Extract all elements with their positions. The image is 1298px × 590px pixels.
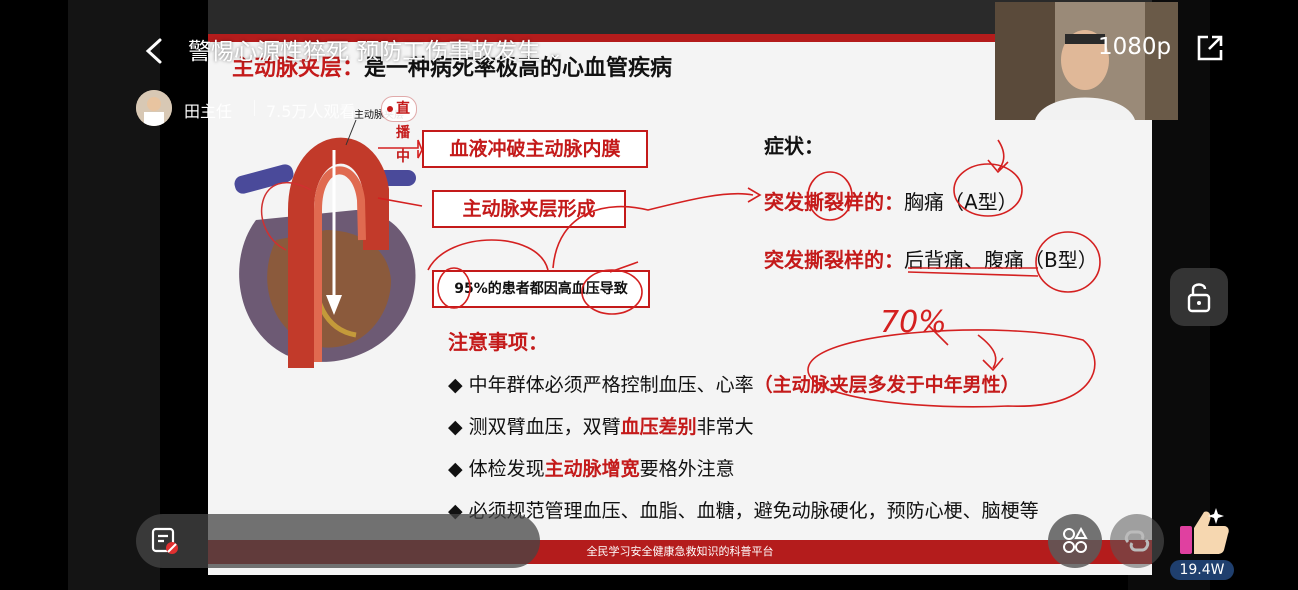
comment-bar[interactable]: [136, 514, 540, 568]
bullet-1-emphasis: （主动脉夹层多发于中年男性）: [753, 374, 1020, 396]
stream-title-text: 警惕心源性猝死 预防工伤事故发生: [188, 39, 541, 65]
notice-heading: 注意事项：: [448, 330, 548, 354]
bullet-4: ◆ 必须规范管理血压、血脂、血糖，避免动脉硬化，预防心梗、脑梗等: [448, 500, 1039, 522]
bullet-3-tail: 要格外注意: [639, 458, 735, 480]
viewer-count: 7.5万人观看: [266, 102, 356, 121]
symptom-a-text: 胸痛（A型）: [904, 190, 1018, 214]
thumbs-up-icon[interactable]: [1176, 506, 1232, 558]
link-button[interactable]: [1110, 514, 1164, 568]
like-count: 19.4W: [1170, 560, 1234, 580]
live-stream-screen: 主动脉夹层：是一种病死率极高的心血管疾病 主动脉夹层 血液冲破主动脉内膜 主动脉…: [0, 0, 1298, 590]
divider: [254, 100, 255, 116]
left-letterbox: [68, 0, 160, 590]
resolution-selector[interactable]: 1080p: [1098, 34, 1171, 60]
unlock-icon: [1187, 283, 1211, 313]
bullet-2-text: ◆ 测双臂血压，双臂: [448, 416, 621, 438]
label-box-hypertension: 95%的患者都因高血压导致: [432, 270, 650, 308]
bullet-1-text: ◆ 中年群体必须严格控制血压、心率: [448, 374, 754, 396]
symptom-a-label: 突发撕裂样的：: [764, 190, 904, 214]
stream-title[interactable]: 警惕心源性猝死 预防工伤事故发生 ⌄: [188, 32, 563, 66]
label-box-dissection-formed: 主动脉夹层形成: [432, 190, 626, 228]
more-features-button[interactable]: [1048, 514, 1102, 568]
back-arrow-icon[interactable]: [140, 36, 170, 66]
live-badge: 直播中: [381, 96, 417, 165]
live-dot-icon: [387, 106, 393, 112]
link-icon: [1124, 530, 1150, 552]
bullet-1: ◆ 中年群体必须严格控制血压、心率（主动脉夹层多发于中年男性）: [448, 370, 1020, 397]
screen-lock-button[interactable]: [1170, 268, 1228, 326]
label-box-blood-breach: 血液冲破主动脉内膜: [422, 130, 648, 168]
chevron-down-icon: ⌄: [547, 43, 563, 64]
bullet-3-text: ◆ 体检发现: [448, 458, 545, 480]
handwritten-70-percent: 70%: [880, 305, 947, 340]
host-avatar-image: [136, 90, 172, 126]
presenter-video-frame: [995, 2, 1178, 120]
symptoms-heading: 症状：: [764, 134, 824, 158]
bullet-3-emphasis: 主动脉增宽: [544, 458, 640, 480]
bullet-2-emphasis: 血压差别: [620, 416, 697, 438]
bullet-2: ◆ 测双臂血压，双臂血压差别非常大: [448, 412, 754, 439]
symptom-type-b: 突发撕裂样的：后背痛、腹痛（B型）: [764, 244, 1098, 273]
bullet-2-tail: 非常大: [696, 416, 754, 438]
danmaku-off-icon[interactable]: [150, 526, 180, 556]
live-badge-label: 直播中: [396, 101, 410, 165]
bullet-3: ◆ 体检发现主动脉增宽要格外注意: [448, 454, 735, 481]
avatar[interactable]: [136, 90, 172, 126]
symptom-b-label: 突发撕裂样的：: [764, 248, 904, 272]
host-name[interactable]: 田主任: [184, 98, 232, 122]
share-icon[interactable]: [1194, 32, 1226, 64]
grid-shapes-icon: [1063, 526, 1088, 553]
presenter-camera-pip[interactable]: [995, 2, 1178, 120]
symptom-type-a: 突发撕裂样的：胸痛（A型）: [764, 186, 1018, 215]
symptom-b-text: 后背痛、腹痛（B型）: [904, 248, 1098, 272]
